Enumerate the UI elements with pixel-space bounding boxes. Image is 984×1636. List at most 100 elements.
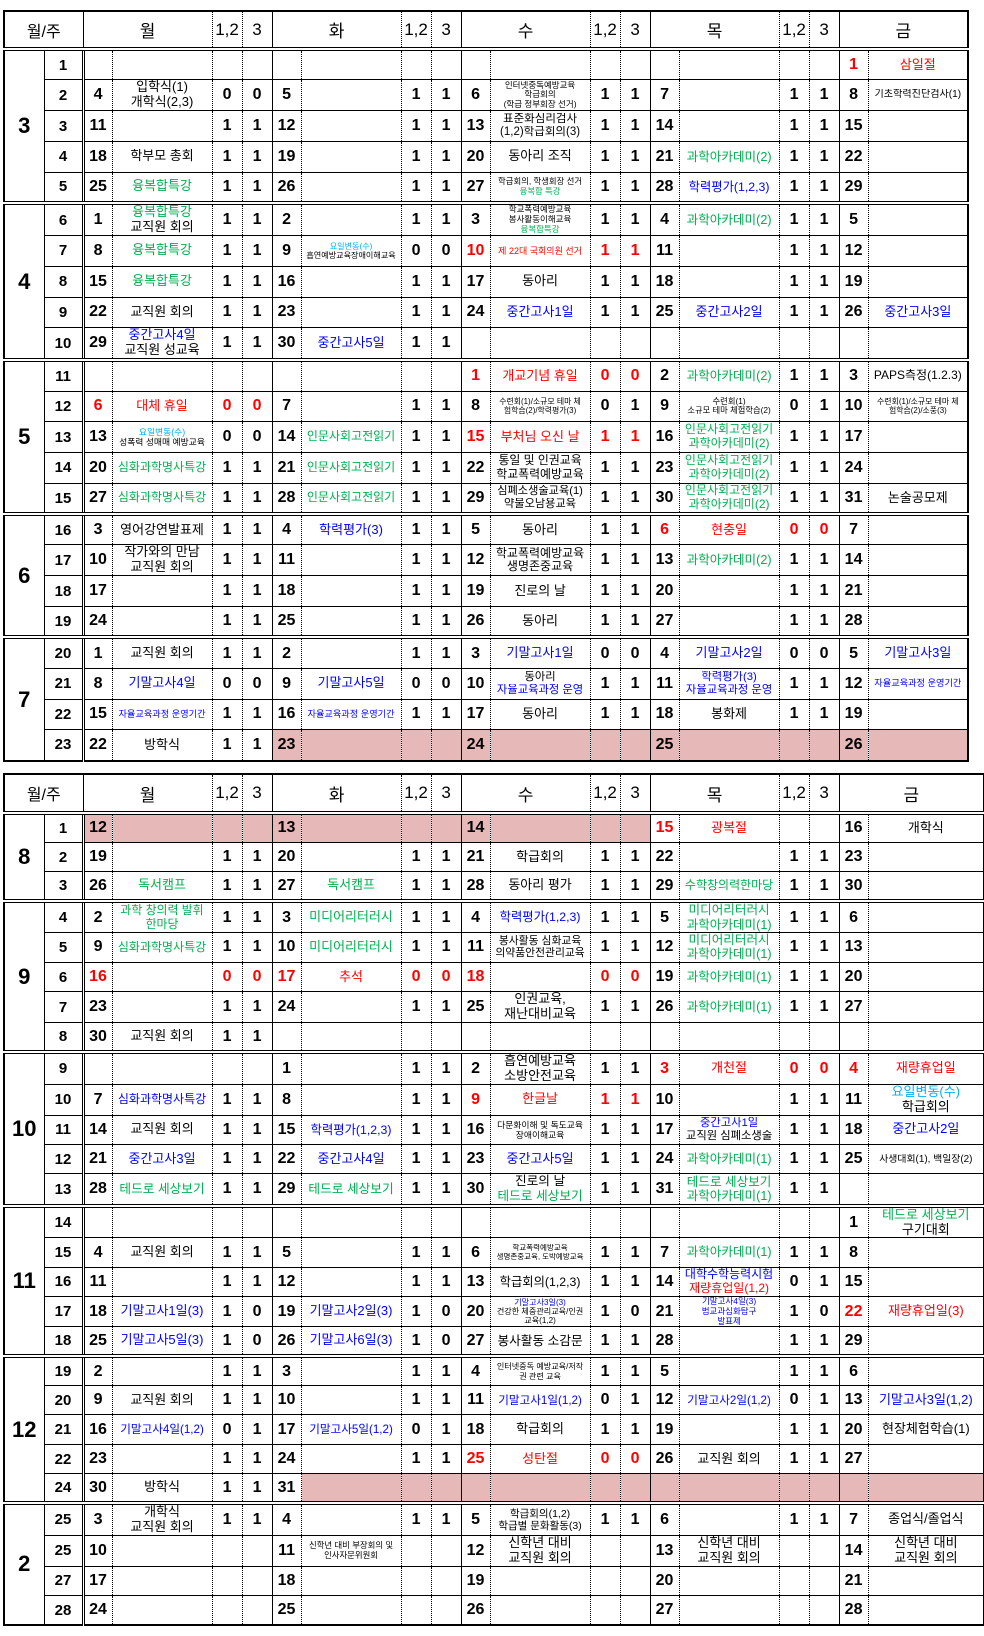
day-events[interactable]	[490, 729, 591, 761]
day-date[interactable]: 17	[271, 961, 302, 992]
day-events[interactable]	[301, 171, 402, 204]
day-date[interactable]: 18	[649, 698, 680, 730]
day-date[interactable]: 12	[649, 931, 680, 963]
day-date[interactable]: 5	[460, 1500, 491, 1536]
day-date[interactable]: 26	[838, 729, 869, 761]
day-events[interactable]	[490, 961, 591, 992]
day-events[interactable]	[112, 1049, 213, 1085]
day-date[interactable]: 14	[649, 110, 680, 142]
day-events[interactable]	[679, 1500, 780, 1536]
day-events[interactable]: 동아리	[490, 512, 591, 545]
day-events[interactable]: 중간고사3일	[112, 1144, 213, 1174]
day-date[interactable]: 22	[649, 841, 680, 872]
day-events[interactable]: 삼일절	[868, 47, 969, 80]
day-date[interactable]: 22	[82, 729, 113, 761]
day-events[interactable]	[679, 841, 780, 872]
day-events[interactable]	[301, 1385, 402, 1415]
day-date[interactable]: 15	[460, 421, 491, 453]
day-events[interactable]	[301, 390, 402, 422]
day-events[interactable]: 개천절	[679, 1049, 780, 1085]
day-date[interactable]: 2	[649, 358, 680, 391]
day-date[interactable]: 5	[271, 79, 302, 111]
day-date[interactable]: 13	[838, 1385, 869, 1415]
day-events[interactable]	[112, 1534, 213, 1567]
day-date[interactable]: 17	[82, 575, 113, 607]
day-date[interactable]: 3	[649, 1049, 680, 1085]
day-events[interactable]	[301, 1500, 402, 1536]
day-date[interactable]: 31	[649, 1173, 680, 1206]
day-date[interactable]	[838, 327, 869, 361]
day-events[interactable]: 중간고사2일	[868, 1114, 984, 1145]
day-events[interactable]	[868, 606, 969, 638]
day-events[interactable]: 테드로 세상보기 구기대회	[868, 1203, 984, 1238]
day-events[interactable]: 흡연예방교육 소방안전교육	[490, 1049, 591, 1085]
day-date[interactable]: 12	[649, 1385, 680, 1415]
day-events[interactable]: 요일변동(수) 성폭력 성매매 예방교육	[112, 421, 213, 453]
day-date[interactable]: 19	[649, 961, 680, 992]
day-date[interactable]: 21	[271, 452, 302, 484]
day-date[interactable]: 31	[271, 1473, 302, 1504]
day-events[interactable]: 기말고사5일(3)	[112, 1326, 213, 1357]
day-date[interactable]: 4	[838, 1049, 869, 1085]
day-date[interactable]: 19	[838, 265, 869, 298]
day-events[interactable]	[112, 991, 213, 1023]
day-events[interactable]	[301, 544, 402, 576]
day-date[interactable]: 26	[649, 1443, 680, 1474]
day-events[interactable]	[301, 1083, 402, 1116]
day-date[interactable]: 13	[838, 931, 869, 963]
day-date[interactable]: 5	[838, 201, 869, 236]
day-events[interactable]: 학급회의, 학생회장 선거 융복합 특강	[490, 171, 591, 204]
day-events[interactable]: 과학 창의력 발휘 한마당	[112, 899, 213, 933]
day-date[interactable]: 6	[838, 1354, 869, 1386]
day-events[interactable]	[490, 1203, 591, 1238]
day-events[interactable]: 기말고사6일(3)	[301, 1326, 402, 1357]
day-events[interactable]: 인문사회고전읽기 과학아카데미(2)	[679, 482, 780, 515]
day-date[interactable]: 25	[838, 1144, 869, 1174]
day-events[interactable]: 학력평가(1,2,3)	[679, 171, 780, 204]
day-date[interactable]	[460, 47, 491, 80]
day-events[interactable]	[301, 358, 402, 391]
day-date[interactable]: 24	[271, 991, 302, 1023]
day-events[interactable]	[679, 234, 780, 267]
day-date[interactable]: 29	[460, 482, 491, 515]
day-date[interactable]: 10	[838, 390, 869, 422]
day-events[interactable]	[868, 931, 984, 963]
day-date[interactable]: 15	[838, 1266, 869, 1297]
day-date[interactable]	[460, 1473, 491, 1504]
day-events[interactable]: 기말고사4일(3) 범교과심화탐구 발표제	[679, 1296, 780, 1327]
day-events[interactable]: 대체 휴일	[112, 390, 213, 422]
day-events[interactable]	[301, 1022, 402, 1052]
day-events[interactable]	[868, 265, 969, 298]
day-events[interactable]: 요일변동(수) 흡연예방교육장애이해교육	[301, 234, 402, 267]
day-date[interactable]: 26	[82, 871, 113, 902]
day-events[interactable]	[679, 606, 780, 638]
day-events[interactable]: 제 22대 국회의원 선거	[490, 234, 591, 267]
day-date[interactable]: 25	[271, 606, 302, 638]
day-date[interactable]: 16	[82, 1414, 113, 1445]
day-events[interactable]: 심화과학명사특강	[112, 931, 213, 963]
day-events[interactable]	[301, 110, 402, 142]
day-date[interactable]: 31	[838, 482, 869, 515]
day-date[interactable]: 24	[838, 452, 869, 484]
day-events[interactable]: 과학아카데미(1)	[679, 1237, 780, 1268]
day-date[interactable]: 9	[271, 667, 302, 700]
day-events[interactable]	[301, 1473, 402, 1504]
day-date[interactable]: 25	[82, 1326, 113, 1357]
day-events[interactable]	[112, 1354, 213, 1386]
day-events[interactable]	[679, 1595, 780, 1625]
day-events[interactable]	[301, 265, 402, 298]
day-date[interactable]: 18	[82, 140, 113, 173]
day-events[interactable]	[112, 810, 213, 843]
day-date[interactable]: 18	[271, 1565, 302, 1596]
day-events[interactable]	[868, 201, 969, 236]
day-events[interactable]	[868, 1354, 984, 1386]
day-date[interactable]: 22	[460, 452, 491, 484]
day-events[interactable]	[301, 1354, 402, 1386]
day-events[interactable]	[679, 1022, 780, 1052]
day-date[interactable]: 25	[460, 1443, 491, 1474]
day-date[interactable]: 21	[649, 1296, 680, 1327]
day-events[interactable]: 성탄절	[490, 1443, 591, 1474]
day-events[interactable]	[868, 110, 969, 142]
day-events[interactable]: 중간고사1일	[490, 296, 591, 328]
day-date[interactable]: 1	[271, 1049, 302, 1085]
